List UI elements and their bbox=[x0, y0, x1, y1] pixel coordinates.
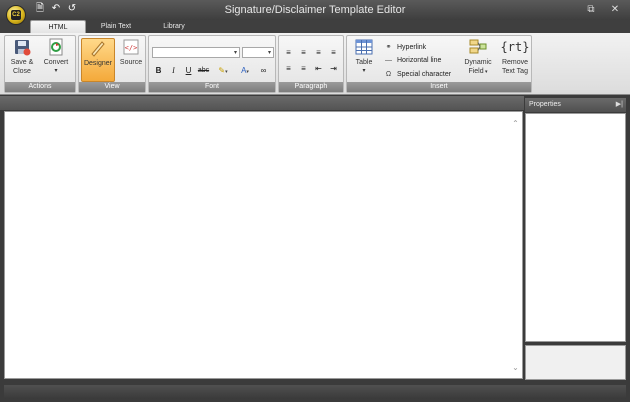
properties-grid[interactable] bbox=[525, 113, 626, 342]
properties-description-pane bbox=[525, 345, 626, 380]
pencil-icon bbox=[91, 41, 105, 57]
globe-link-icon: ⚭ bbox=[385, 44, 392, 51]
align-center-icon[interactable]: ≡ bbox=[297, 47, 310, 59]
convert-icon bbox=[49, 38, 63, 56]
properties-header: Properties ▶| bbox=[525, 98, 626, 112]
special-character-icon: Ω bbox=[385, 71, 392, 78]
table-label: Table bbox=[355, 59, 373, 66]
tab-html[interactable]: HTML bbox=[30, 20, 86, 33]
remove-text-tag-label-2: Text Tag bbox=[502, 68, 528, 75]
chevron-down-icon: ▾ bbox=[225, 69, 228, 75]
font-color-button[interactable]: A▾ bbox=[235, 65, 255, 77]
horizontal-line-label: Horizontal line bbox=[397, 57, 442, 64]
rt-tag-icon: {rt} bbox=[500, 40, 530, 54]
editor-scrollbar[interactable]: ⌃ ⌄ bbox=[509, 112, 522, 378]
status-strip bbox=[4, 385, 626, 399]
ribbon-group-font: ▾ ▾ B I U abc ✎▾ A▾ ∞ Font bbox=[148, 35, 276, 93]
remove-text-tag-button[interactable]: {rt} Remove Text Tag bbox=[499, 38, 531, 82]
editor-header-bar bbox=[0, 96, 524, 110]
tab-plain-text[interactable]: Plain Text bbox=[88, 20, 144, 33]
numbered-list-icon[interactable]: ≡ bbox=[297, 63, 310, 75]
source-label: Source bbox=[119, 59, 143, 66]
designer-button[interactable]: Designer bbox=[81, 38, 115, 82]
dynamic-field-label-2: Field bbox=[468, 68, 484, 75]
align-left-icon[interactable]: ≡ bbox=[282, 47, 295, 59]
special-character-label: Special character bbox=[397, 71, 452, 78]
close-icon[interactable]: ✕ bbox=[608, 3, 622, 17]
properties-title: Properties bbox=[529, 101, 561, 108]
source-code-icon: </> bbox=[123, 39, 139, 55]
group-label-paragraph: Paragraph bbox=[279, 82, 343, 92]
horizontal-line-icon: — bbox=[385, 57, 392, 64]
highlight-color-button[interactable]: ✎▾ bbox=[213, 65, 233, 77]
hyperlink-button[interactable]: ⚭ Hyperlink bbox=[383, 42, 427, 54]
convert-label: Convert bbox=[43, 59, 69, 66]
chevron-down-icon: ▾ bbox=[54, 68, 58, 74]
font-name-combo[interactable]: ▾ bbox=[152, 47, 240, 58]
hyperlink-label: Hyperlink bbox=[397, 44, 427, 51]
dynamic-field-label-1: Dynamic bbox=[464, 59, 492, 66]
group-label-insert: Insert bbox=[347, 82, 531, 92]
svg-text:</>: </> bbox=[125, 44, 138, 52]
window-title: Signature/Disclaimer Template Editor bbox=[224, 4, 406, 16]
group-label-font: Font bbox=[149, 82, 275, 92]
align-justify-icon[interactable]: ≡ bbox=[327, 47, 340, 59]
title-bar: 🗎 ↶ ↺ Signature/Disclaimer Template Edit… bbox=[0, 0, 630, 20]
ribbon-group-insert: Table ▾ ⚭ Hyperlink — Horizontal line Ω Spe… bbox=[346, 35, 532, 93]
save-close-label-1: Save & bbox=[10, 59, 34, 66]
chevron-down-icon: ▾ bbox=[362, 68, 366, 74]
ribbon-tabstrip: HTML Plain Text Library bbox=[0, 20, 630, 33]
ribbon: Save & Close Convert ▾ Actions Designer … bbox=[0, 33, 630, 95]
save-close-button[interactable]: Save & Close bbox=[7, 38, 37, 82]
chevron-down-icon: ▾ bbox=[267, 50, 271, 56]
ribbon-group-view: Designer </> Source View bbox=[78, 35, 146, 93]
bullet-list-icon[interactable]: ≡ bbox=[282, 63, 295, 75]
save-icon bbox=[15, 40, 31, 56]
app-logo-text: C2 bbox=[11, 10, 21, 20]
clear-format-icon[interactable]: ∞ bbox=[257, 65, 270, 77]
chevron-down-icon: ▾ bbox=[233, 50, 237, 56]
dynamic-field-icon bbox=[469, 39, 487, 54]
font-size-combo[interactable]: ▾ bbox=[242, 47, 274, 58]
decrease-indent-icon[interactable]: ⇤ bbox=[312, 63, 325, 75]
table-icon bbox=[355, 39, 373, 55]
horizontal-line-button[interactable]: — Horizontal line bbox=[383, 55, 441, 67]
app-menu-orb[interactable]: C2 bbox=[6, 5, 26, 25]
special-character-button[interactable]: Ω Special character bbox=[383, 69, 451, 81]
ribbon-group-paragraph: ≡ ≡ ≡ ≡ ≡ ≡ ⇤ ⇥ Paragraph bbox=[278, 35, 344, 93]
italic-button[interactable]: I bbox=[167, 65, 180, 77]
restore-icon[interactable]: ⧉ bbox=[584, 3, 598, 17]
designer-label: Designer bbox=[83, 60, 112, 67]
align-right-icon[interactable]: ≡ bbox=[312, 47, 325, 59]
remove-text-tag-label-1: Remove bbox=[501, 59, 529, 66]
underline-button[interactable]: U bbox=[182, 65, 195, 77]
pin-panel-icon[interactable]: ▶| bbox=[616, 98, 623, 112]
table-button[interactable]: Table ▾ bbox=[349, 38, 379, 82]
bold-button[interactable]: B bbox=[152, 65, 165, 77]
scroll-down-icon[interactable]: ⌄ bbox=[509, 362, 522, 374]
tab-library[interactable]: Library bbox=[146, 20, 202, 33]
strikethrough-button[interactable]: abc bbox=[197, 65, 210, 77]
save-close-label-2: Close bbox=[13, 68, 31, 75]
chevron-down-icon: ▾ bbox=[246, 69, 249, 75]
ribbon-group-actions: Save & Close Convert ▾ Actions bbox=[4, 35, 76, 93]
convert-button[interactable]: Convert ▾ bbox=[39, 38, 73, 82]
scroll-up-icon[interactable]: ⌃ bbox=[509, 118, 522, 130]
source-button[interactable]: </> Source bbox=[117, 38, 145, 82]
status-bar bbox=[0, 383, 630, 402]
chevron-down-icon: ▾ bbox=[483, 69, 488, 75]
group-label-view: View bbox=[79, 82, 145, 92]
html-editor-canvas[interactable] bbox=[4, 111, 523, 379]
dynamic-field-button[interactable]: Dynamic Field ▾ bbox=[459, 38, 497, 82]
group-label-actions: Actions bbox=[5, 82, 75, 92]
increase-indent-icon[interactable]: ⇥ bbox=[327, 63, 340, 75]
